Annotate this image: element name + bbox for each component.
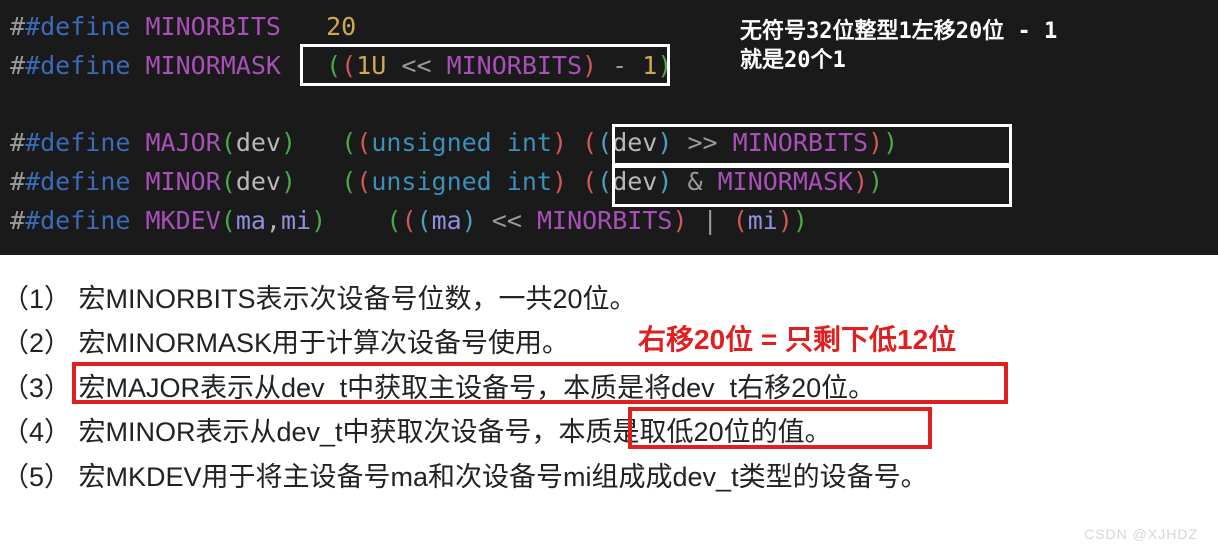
code-line-5: ##define MKDEV(ma,mi) (((ma) << MINORBIT… [10, 202, 1208, 241]
explanation-text: （1） 宏MINORBITS表示次设备号位数，一共20位。 （2） 宏MINOR… [0, 255, 1218, 500]
annot-red-title: 右移20位 = 只剩下低12位 [638, 317, 956, 363]
watermark: CSDN @XJHDZ [1084, 526, 1198, 542]
code-line-3: ##define MAJOR(dev) ((unsigned int) ((de… [10, 124, 1208, 163]
explain-5: （5） 宏MKDEV用于将主设备号ma和次设备号mi组成成dev_t类型的设备号… [2, 455, 1218, 500]
explain-2: （2） 宏MINORMASK用于计算次设备号使用。 [2, 321, 1218, 366]
code-line-4: ##define MINOR(dev) ((unsigned int) ((de… [10, 163, 1208, 202]
explain-1: （1） 宏MINORBITS表示次设备号位数，一共20位。 [2, 277, 1218, 322]
blank-line [10, 86, 1208, 125]
code-block: ##define MINORBITS 20 ##define MINORMASK… [0, 0, 1218, 255]
annot-top: 无符号32位整型1左移20位 - 1 就是20个1 [740, 18, 1057, 75]
explain-3: （3） 宏MAJOR表示从dev_t中获取主设备号，本质是将dev_t右移20位… [2, 366, 1218, 411]
explain-4: （4） 宏MINOR表示从dev_t中获取次设备号，本质是取低20位的值。 [2, 410, 1218, 455]
